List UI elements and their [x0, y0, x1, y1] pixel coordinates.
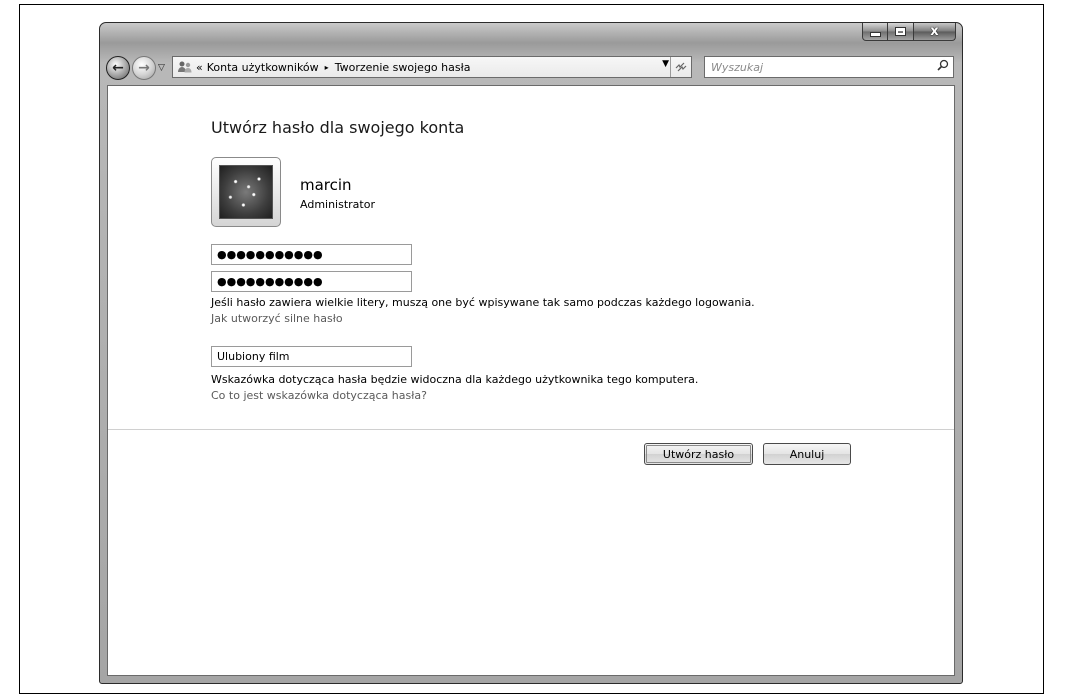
what-is-hint-link[interactable]: Co to jest wskazówka dotycząca hasła?	[211, 389, 427, 402]
back-button[interactable]: ←	[106, 56, 130, 80]
recent-pages-chevron-down-icon[interactable]: ▽	[158, 63, 165, 73]
explorer-window: x ← → ▽ « Konta użytkowników ▸ Tworzenie…	[99, 22, 963, 684]
address-dropdown-chevron-down-icon[interactable]: ▼	[662, 59, 669, 69]
close-icon: x	[930, 24, 939, 39]
password-hint-field[interactable]: Ulubiony film	[211, 346, 412, 367]
caps-lock-note: Jeśli hasło zawiera wielkie litery, musz…	[211, 296, 755, 309]
forward-arrow-icon: →	[138, 60, 150, 76]
hint-visibility-note: Wskazówka dotycząca hasła będzie widoczn…	[211, 373, 699, 386]
confirm-password-field[interactable]: ●●●●●●●●●●●	[211, 271, 412, 292]
maximize-icon	[895, 27, 906, 36]
search-placeholder: Wyszukaj	[711, 60, 764, 74]
breadcrumb-overflow[interactable]: «	[196, 61, 203, 74]
navigation-bar: ← → ▽ « Konta użytkowników ▸ Tworzenie s…	[106, 53, 954, 83]
avatar-picture	[219, 165, 273, 219]
create-password-button[interactable]: Utwórz hasło	[644, 443, 753, 465]
user-role: Administrator	[300, 198, 375, 211]
refresh-icon[interactable]	[670, 57, 691, 77]
divider	[108, 429, 954, 430]
cancel-button[interactable]: Anuluj	[763, 443, 851, 465]
title-bar: x	[100, 23, 962, 53]
avatar	[211, 157, 281, 227]
minimize-icon	[869, 32, 881, 37]
content-pane: Utwórz hasło dla swojego konta marcin Ad…	[107, 85, 955, 676]
search-input[interactable]: Wyszukaj	[704, 56, 954, 78]
breadcrumb-user-accounts[interactable]: Konta użytkowników	[207, 61, 319, 74]
strong-password-link[interactable]: Jak utworzyć silne hasło	[211, 312, 343, 325]
caption-buttons: x	[862, 23, 956, 43]
new-password-field[interactable]: ●●●●●●●●●●●	[211, 244, 412, 265]
page-title: Utwórz hasło dla swojego konta	[211, 118, 465, 137]
address-bar[interactable]: « Konta użytkowników ▸ Tworzenie swojego…	[172, 56, 692, 78]
user-name: marcin	[300, 176, 352, 194]
close-button[interactable]: x	[914, 23, 956, 41]
maximize-button[interactable]	[888, 23, 914, 41]
breadcrumb-create-password[interactable]: Tworzenie swojego hasła	[335, 61, 471, 74]
forward-button[interactable]: →	[132, 56, 156, 80]
back-arrow-icon: ←	[112, 60, 124, 76]
breadcrumb-separator-icon[interactable]: ▸	[325, 63, 329, 72]
users-icon	[176, 59, 194, 75]
minimize-button[interactable]	[862, 23, 888, 41]
search-icon[interactable]	[937, 59, 949, 75]
